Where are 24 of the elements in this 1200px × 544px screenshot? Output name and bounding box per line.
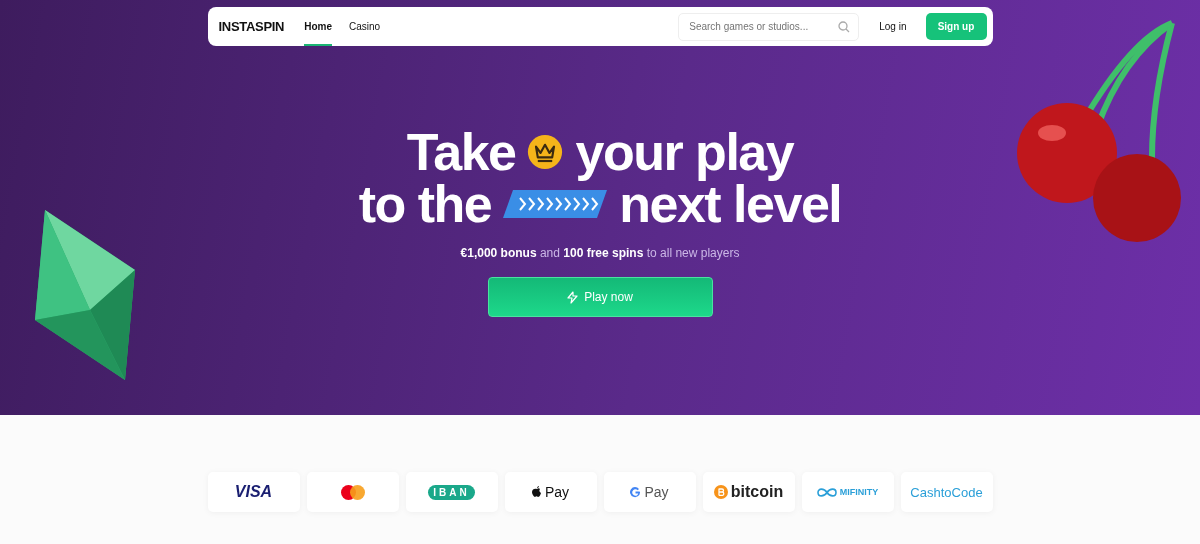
headline-text: Take bbox=[406, 126, 516, 178]
crown-icon bbox=[527, 134, 564, 170]
logo[interactable]: INSTASPIN bbox=[218, 19, 285, 34]
payment-logo-text: IBAN bbox=[428, 484, 475, 500]
payment-logo-text: VISA bbox=[234, 483, 273, 501]
lightning-icon bbox=[567, 290, 579, 304]
nav-tab[interactable]: Casino bbox=[349, 7, 381, 46]
headline-text: to the bbox=[358, 178, 492, 230]
apple-icon bbox=[531, 486, 542, 498]
nav-tab[interactable]: Home bbox=[304, 7, 332, 46]
search-icon bbox=[838, 20, 851, 33]
login-link[interactable]: Log in bbox=[879, 21, 907, 32]
coin-icon bbox=[713, 485, 728, 499]
payment-logo-text: Pay bbox=[644, 484, 669, 500]
infinity-icon bbox=[816, 487, 837, 497]
g-letter-icon bbox=[630, 486, 642, 498]
payment-logo-text: Pay bbox=[544, 484, 570, 500]
payment-logo-text: MIFINITY bbox=[839, 487, 879, 497]
payment-logo-text: bitcoin bbox=[730, 483, 784, 501]
subtitle-text: €1,000 bonus and 100 free spins to all new players bbox=[460, 246, 740, 260]
overlapping-circles-icon bbox=[340, 484, 365, 500]
search-field[interactable]: Search games or studios... bbox=[678, 12, 860, 41]
chevrons-icon bbox=[503, 190, 608, 218]
payment-logo-text: CashtoCode bbox=[910, 484, 983, 500]
